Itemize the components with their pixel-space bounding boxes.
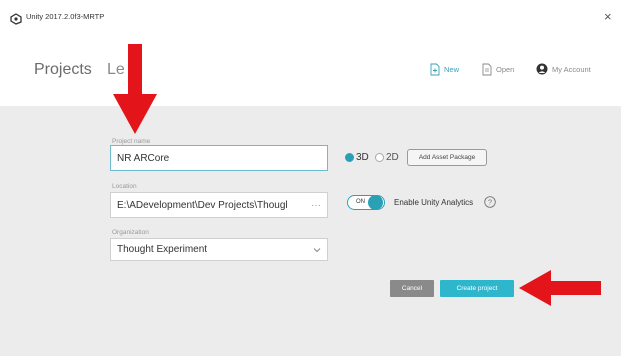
account-label: My Account (552, 64, 591, 74)
help-glyph: ? (488, 198, 492, 207)
template-2d-label: 2D (386, 152, 399, 163)
open-project-button[interactable]: Open (482, 62, 514, 76)
organization-select[interactable]: Thought Experiment (110, 238, 328, 261)
template-2d-radio[interactable]: 2D (375, 152, 399, 163)
analytics-label: Enable Unity Analytics (394, 198, 474, 207)
new-project-button[interactable]: New (430, 62, 459, 76)
account-icon (536, 63, 548, 75)
template-3d-radio[interactable]: 3D (345, 152, 369, 163)
window-title: Unity 2017.2.0f3-MRTP (26, 12, 105, 21)
template-3d-label: 3D (356, 152, 369, 163)
header (0, 36, 621, 106)
my-account-button[interactable]: My Account (536, 62, 591, 76)
new-label: New (444, 64, 460, 74)
open-label: Open (496, 64, 515, 74)
red-arrow-left-icon (519, 270, 601, 306)
toggle-knob (368, 195, 383, 210)
project-name-input[interactable]: NR ARCore (110, 145, 328, 171)
unity-logo-icon (10, 13, 22, 25)
new-project-panel (0, 106, 621, 356)
open-document-icon (482, 63, 492, 75)
location-label: Location (112, 183, 137, 190)
add-asset-package-button[interactable]: Add Asset Package (407, 149, 487, 166)
project-name-label: Project name (112, 138, 151, 145)
organization-label: Organization (112, 229, 149, 236)
analytics-toggle-state: ON (356, 199, 365, 205)
close-icon[interactable]: × (604, 10, 612, 23)
new-document-icon (430, 63, 440, 75)
help-icon[interactable]: ? (484, 196, 496, 208)
organization-value: Thought Experiment (117, 244, 208, 255)
location-value: E:\ADevelopment\Dev Projects\Thougl (117, 199, 288, 211)
radio-unselected-icon (375, 153, 384, 162)
create-project-button[interactable]: Create project (440, 280, 514, 297)
red-arrow-down-icon (113, 44, 157, 134)
radio-selected-icon (345, 153, 354, 162)
location-input[interactable]: E:\ADevelopment\Dev Projects\Thougl ··· (110, 192, 328, 218)
tab-projects[interactable]: Projects (34, 61, 92, 79)
browse-location-button[interactable]: ··· (311, 200, 321, 211)
chevron-down-icon (313, 247, 321, 252)
project-name-value: NR ARCore (117, 152, 170, 164)
cancel-button[interactable]: Cancel (390, 280, 434, 297)
